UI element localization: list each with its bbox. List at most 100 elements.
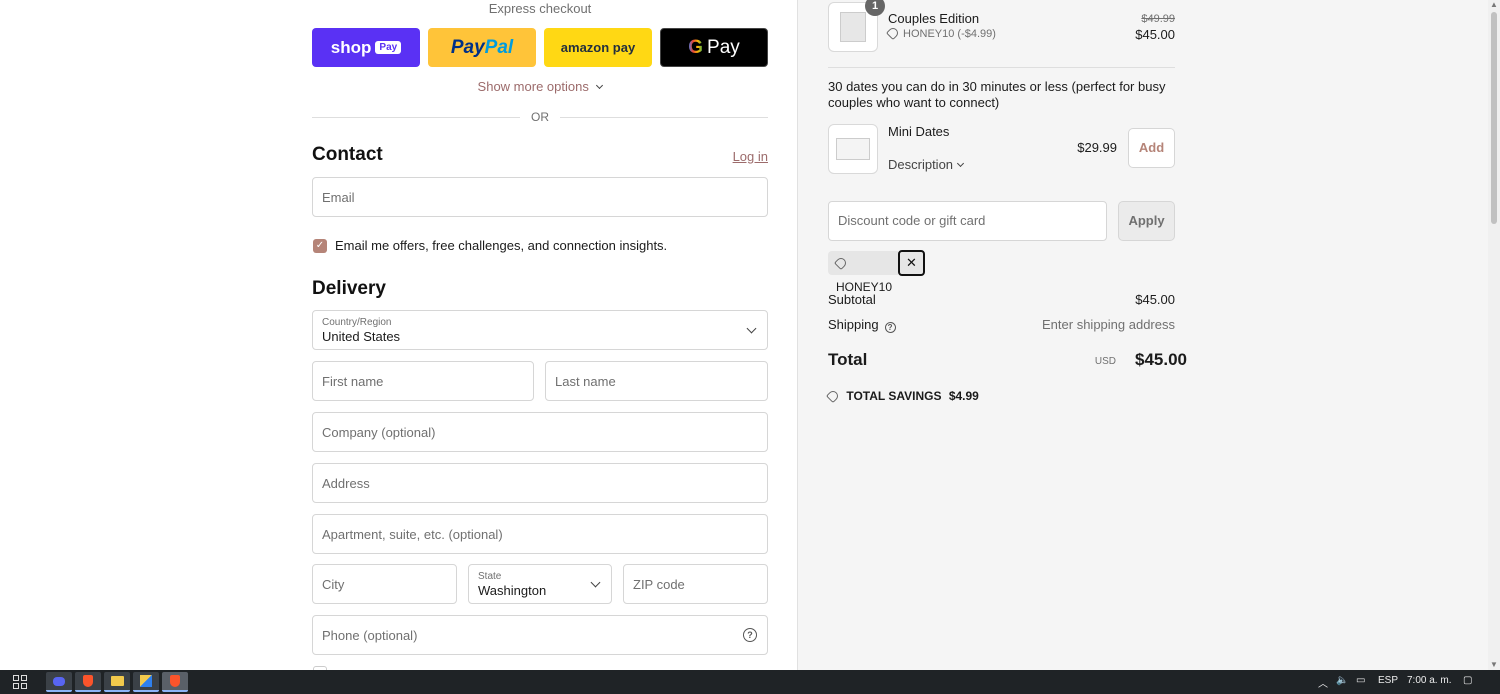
upsell-description-label: Description: [888, 157, 954, 172]
shipping-row-label: Shipping?: [828, 317, 896, 333]
taskbar-file-explorer[interactable]: [104, 672, 130, 692]
phone-field[interactable]: Phone (optional) ?: [312, 615, 768, 655]
close-icon: ✕: [906, 255, 917, 270]
total-value: $45.00: [1135, 350, 1187, 369]
taskbar-brave[interactable]: [75, 672, 101, 692]
express-checkout-title: Express checkout: [488, 1, 592, 16]
country-value: United States: [322, 329, 401, 344]
show-more-options-link[interactable]: Show more options: [312, 79, 768, 94]
email-field[interactable]: Email: [312, 177, 768, 217]
subtotal-label: Subtotal: [828, 292, 876, 307]
help-icon[interactable]: ?: [743, 628, 757, 642]
help-icon[interactable]: ?: [884, 322, 896, 333]
summary-divider: [828, 67, 1175, 68]
country-label: Country/Region: [322, 317, 392, 328]
or-divider: OR: [312, 109, 768, 125]
scroll-down-icon[interactable]: ▼: [1490, 660, 1498, 670]
shop-pay-label: shop: [330, 37, 372, 57]
checkout-form-panel: Express checkout shop Pay Pay Pal amazon …: [0, 0, 797, 670]
original-price: $49.99: [1141, 13, 1175, 25]
discord-icon: [53, 676, 65, 686]
product-discount-label: HONEY10 (-$4.99): [903, 28, 996, 40]
email-offers-checkbox[interactable]: ✓: [313, 239, 327, 253]
product-name: Couples Edition: [888, 11, 980, 26]
upsell-price: $29.99: [1077, 140, 1117, 155]
total-savings: TOTAL SAVINGS $4.99: [825, 388, 979, 404]
show-more-options-label: Show more options: [477, 79, 589, 94]
city-field[interactable]: City: [312, 564, 457, 604]
network-icon[interactable]: ▭: [1356, 675, 1365, 686]
paypal-label-a: Pay: [450, 36, 485, 58]
upsell-thumbnail: [828, 124, 878, 174]
windows-taskbar: ︿ 🔈 ▭ ESP 7:00 a. m. ▢: [0, 670, 1500, 694]
company-placeholder: Company (optional): [322, 424, 436, 440]
divider-line-right: [560, 117, 768, 118]
currency-code: USD: [1094, 356, 1116, 367]
last-name-placeholder: Last name: [555, 373, 616, 389]
apartment-field[interactable]: Apartment, suite, etc. (optional): [312, 514, 768, 554]
apartment-placeholder: Apartment, suite, etc. (optional): [322, 526, 503, 542]
item-price: $45.00: [1135, 27, 1175, 42]
contact-heading: Contact: [312, 144, 383, 165]
amazon-pay-label: amazon pay: [560, 40, 636, 55]
upsell-name: Mini Dates: [888, 124, 950, 139]
paypal-button[interactable]: Pay Pal: [428, 28, 536, 67]
chevron-up-icon[interactable]: ︿: [1318, 675, 1328, 690]
paypal-label-b: Pal: [484, 36, 514, 58]
taskbar-app[interactable]: [133, 672, 159, 692]
address-placeholder: Address: [322, 475, 370, 491]
upsell-description-toggle[interactable]: Description: [888, 157, 965, 172]
email-offers-label: Email me offers, free challenges, and co…: [335, 238, 668, 253]
state-label: State: [478, 571, 502, 582]
applied-discount-chip: HONEY10: [828, 251, 898, 294]
country-select[interactable]: Country/Region United States: [312, 310, 768, 350]
google-g-icon: G: [688, 36, 704, 58]
brave-icon: [170, 675, 180, 687]
remove-discount-button[interactable]: ✕: [898, 250, 925, 276]
shop-pay-tag: Pay: [375, 41, 402, 54]
product-image: [840, 12, 866, 42]
amazon-pay-button[interactable]: amazon pay: [544, 28, 652, 67]
scrollbar-thumb[interactable]: [1491, 12, 1497, 224]
shop-pay-button[interactable]: shop Pay: [312, 28, 420, 67]
add-upsell-button[interactable]: Add: [1128, 128, 1175, 168]
app-icon: [140, 675, 152, 687]
brave-icon: [83, 675, 93, 687]
email-placeholder: Email: [322, 189, 355, 205]
volume-icon[interactable]: 🔈: [1336, 675, 1348, 686]
taskbar-discord[interactable]: [46, 672, 72, 692]
upsell-description: 30 dates you can do in 30 minutes or les…: [828, 79, 1166, 110]
total-savings-value: $4.99: [948, 389, 979, 403]
google-pay-button[interactable]: G Pay: [660, 28, 768, 67]
page-scrollbar[interactable]: ▲ ▼: [1488, 0, 1500, 670]
upsell-image: [836, 138, 870, 160]
shipping-value: Enter shipping address: [1042, 317, 1175, 332]
shipping-label: Shipping: [828, 317, 879, 332]
total-label: Total: [828, 350, 868, 369]
last-name-field[interactable]: Last name: [545, 361, 768, 401]
start-button[interactable]: [8, 672, 32, 692]
taskbar-brave-active[interactable]: [162, 672, 188, 692]
zip-field[interactable]: ZIP code: [623, 564, 768, 604]
state-select[interactable]: State Washington: [468, 564, 612, 604]
discount-code-placeholder: Discount code or gift card: [838, 213, 986, 228]
zip-placeholder: ZIP code: [633, 576, 685, 592]
chevron-down-icon: [956, 159, 965, 168]
first-name-field[interactable]: First name: [312, 361, 534, 401]
delivery-heading: Delivery: [312, 278, 386, 299]
chevron-down-icon: [596, 81, 604, 90]
clock[interactable]: 7:00 a. m.: [1407, 675, 1451, 686]
language-indicator[interactable]: ESP: [1378, 675, 1398, 686]
scroll-up-icon[interactable]: ▲: [1490, 0, 1498, 10]
apply-discount-button[interactable]: Apply: [1118, 201, 1175, 241]
product-discount: HONEY10 (-$4.99): [885, 25, 996, 41]
notifications-icon[interactable]: ▢: [1463, 675, 1472, 686]
address-field[interactable]: Address: [312, 463, 768, 503]
tag-icon: [833, 255, 849, 271]
first-name-placeholder: First name: [322, 373, 384, 389]
tag-icon: [825, 388, 841, 404]
company-field[interactable]: Company (optional): [312, 412, 768, 452]
windows-start-icon: [13, 675, 27, 689]
log-in-link[interactable]: Log in: [700, 149, 768, 164]
discount-code-input[interactable]: Discount code or gift card: [828, 201, 1107, 241]
